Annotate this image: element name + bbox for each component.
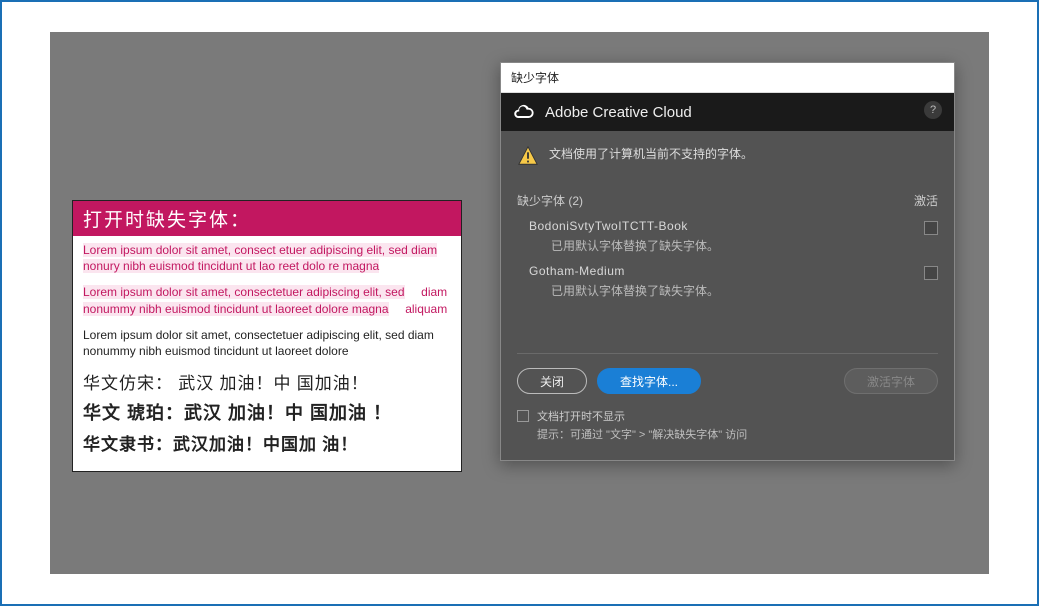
doc-paragraph-2: Lorem ipsum dolor sit amet, consectetuer… <box>83 284 451 316</box>
footer-row: 文档打开时不显示 提示：可通过 "文字" > "解决缺失字体" 访问 <box>517 408 938 442</box>
doc-paragraph-1: Lorem ipsum dolor sit amet, consect etue… <box>83 242 451 274</box>
font-item: Gotham-Medium 已用默认字体替换了缺失字体。 <box>517 260 938 305</box>
cjk-line-2: 华文 琥珀：武汉 加油！中 国加油 ！ <box>83 399 451 425</box>
dont-show-label: 文档打开时不显示 <box>537 408 747 424</box>
close-button[interactable]: 关闭 <box>517 368 587 394</box>
document-preview: 打开时缺失字体： Lorem ipsum dolor sit amet, con… <box>72 200 462 472</box>
doc-paragraph-3: Lorem ipsum dolor sit amet, consectetuer… <box>83 327 451 359</box>
divider <box>517 353 938 354</box>
font-name: BodoniSvtyTwoITCTT-Book <box>529 219 719 233</box>
dialog-header: Adobe Creative Cloud ? <box>501 93 954 131</box>
dialog-titlebar[interactable]: 缺少字体 <box>501 63 954 93</box>
activate-column-label: 激活 <box>914 192 938 209</box>
dont-show-checkbox[interactable] <box>517 410 529 422</box>
activate-checkbox[interactable] <box>924 266 938 280</box>
doc-title: 打开时缺失字体： <box>73 201 461 236</box>
missing-fonts-dialog: 缺少字体 Adobe Creative Cloud ? 文档使用了计算机当前不支… <box>500 62 955 461</box>
cjk-line-3: 华文隶书：武汉加油！中国加 油！ <box>83 430 451 455</box>
font-list-label: 缺少字体 (2) <box>517 192 583 209</box>
app-canvas: 打开时缺失字体： Lorem ipsum dolor sit amet, con… <box>50 32 989 574</box>
font-item: BodoniSvtyTwoITCTT-Book 已用默认字体替换了缺失字体。 <box>517 215 938 260</box>
warning-icon <box>517 145 539 170</box>
font-note: 已用默认字体替换了缺失字体。 <box>551 282 719 299</box>
font-name: Gotham-Medium <box>529 264 719 278</box>
warning-text: 文档使用了计算机当前不支持的字体。 <box>549 145 753 162</box>
dialog-header-title: Adobe Creative Cloud <box>545 104 692 121</box>
find-fonts-button[interactable]: 查找字体... <box>597 368 701 394</box>
hint-text: 提示：可通过 "文字" > "解决缺失字体" 访问 <box>537 426 747 442</box>
activate-checkbox[interactable] <box>924 221 938 235</box>
font-list: BodoniSvtyTwoITCTT-Book 已用默认字体替换了缺失字体。 G… <box>517 215 938 335</box>
cjk-line-1: 华文仿宋： 武汉 加油！中 国加油！ <box>83 369 451 394</box>
warning-row: 文档使用了计算机当前不支持的字体。 <box>517 145 938 170</box>
font-note: 已用默认字体替换了缺失字体。 <box>551 237 719 254</box>
help-icon[interactable]: ? <box>924 101 942 119</box>
dialog-body: 文档使用了计算机当前不支持的字体。 缺少字体 (2) 激活 BodoniSvty… <box>501 131 954 460</box>
font-list-header: 缺少字体 (2) 激活 <box>517 192 938 209</box>
creative-cloud-icon <box>513 101 535 123</box>
activate-fonts-button[interactable]: 激活字体 <box>844 368 938 394</box>
doc-body: Lorem ipsum dolor sit amet, consect etue… <box>73 236 461 468</box>
button-row: 关闭 查找字体... 激活字体 <box>517 368 938 394</box>
